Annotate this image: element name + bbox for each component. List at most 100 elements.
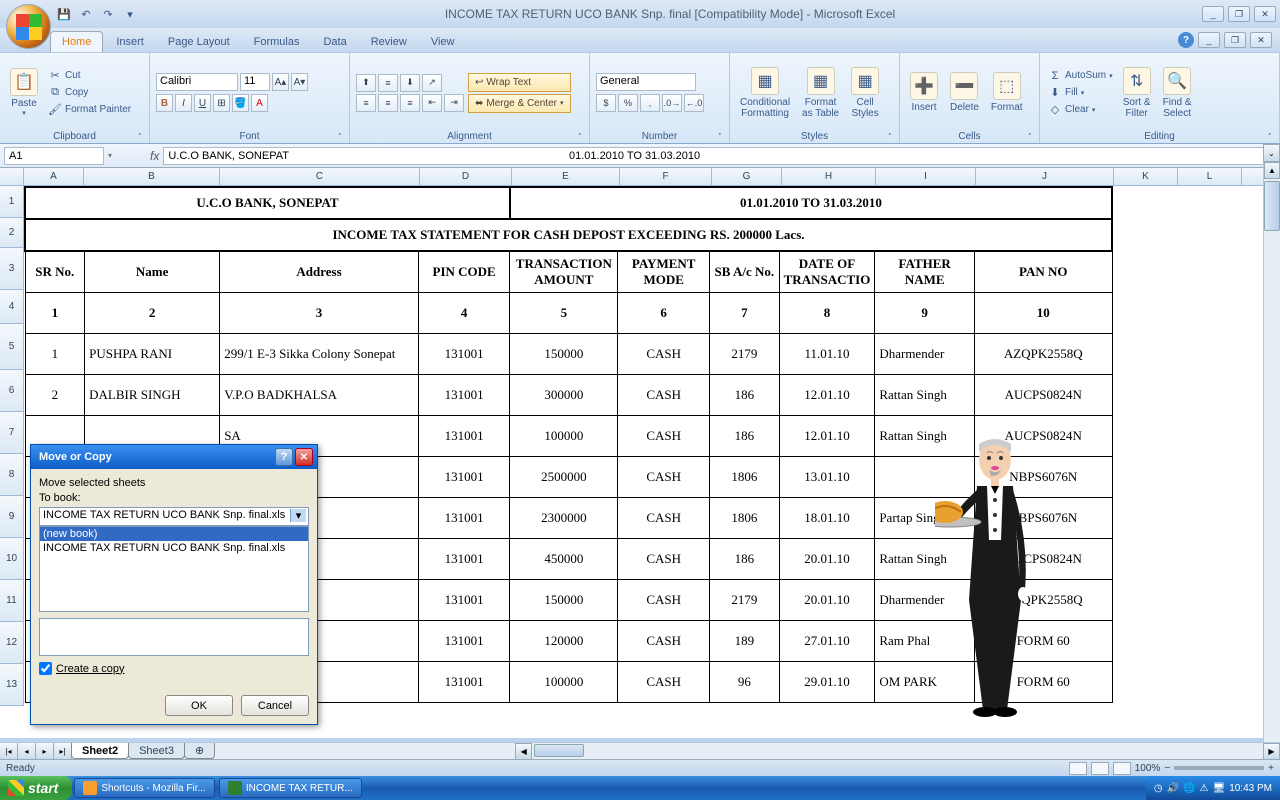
numref-cell[interactable]: 10 xyxy=(975,292,1112,333)
prev-sheet-button[interactable]: ◂ xyxy=(18,743,36,760)
data-cell[interactable]: 1 xyxy=(25,333,85,374)
ok-button[interactable]: OK xyxy=(165,695,233,716)
data-cell[interactable]: 2179 xyxy=(710,579,780,620)
expand-formula-bar-button[interactable]: ⌄ xyxy=(1263,144,1280,162)
data-cell[interactable]: 27.01.10 xyxy=(779,620,875,661)
system-tray[interactable]: ◷ 🔊 🌐 ⚠ 🖥 10:43 PM xyxy=(1146,776,1280,800)
numref-cell[interactable]: 7 xyxy=(710,292,780,333)
data-cell[interactable]: 29.01.10 xyxy=(779,661,875,702)
header-cell[interactable]: PAYMENT MODE xyxy=(618,251,710,292)
data-cell[interactable]: 131001 xyxy=(418,333,509,374)
book-listbox[interactable]: (new book) INCOME TAX RETURN UCO BANK Sn… xyxy=(39,526,309,612)
row-header-10[interactable]: 10 xyxy=(0,538,24,580)
data-cell[interactable]: 299/1 E-3 Sikka Colony Sonepat xyxy=(220,333,419,374)
number-format-combo[interactable]: General xyxy=(596,73,696,91)
column-header-I[interactable]: I xyxy=(876,168,976,185)
row-header-7[interactable]: 7 xyxy=(0,412,24,454)
data-cell[interactable]: 1806 xyxy=(710,497,780,538)
shrink-font-button[interactable]: A▾ xyxy=(291,73,308,91)
close-button[interactable]: ✕ xyxy=(1254,6,1276,22)
font-size-combo[interactable]: 11 xyxy=(240,73,270,91)
tray-icon[interactable]: ◷ xyxy=(1154,783,1163,794)
data-cell[interactable]: CASH xyxy=(618,415,710,456)
list-item-new-book[interactable]: (new book) xyxy=(40,527,308,541)
data-cell[interactable]: 150000 xyxy=(510,579,618,620)
data-cell[interactable]: 131001 xyxy=(418,661,509,702)
data-cell[interactable]: V.P.O BADKHALSA xyxy=(220,374,419,415)
data-cell[interactable]: 131001 xyxy=(418,579,509,620)
row-header-13[interactable]: 13 xyxy=(0,664,24,706)
fill-button[interactable]: ⬇Fill▾ xyxy=(1046,85,1115,101)
data-cell[interactable]: CASH xyxy=(618,661,710,702)
fx-icon[interactable]: fx xyxy=(150,149,159,163)
tab-page-layout[interactable]: Page Layout xyxy=(157,32,241,52)
scroll-right-button[interactable]: ▶ xyxy=(1263,743,1280,760)
numref-cell[interactable]: 2 xyxy=(85,292,220,333)
data-cell[interactable]: 131001 xyxy=(418,374,509,415)
italic-button[interactable]: I xyxy=(175,94,192,112)
data-cell[interactable]: DALBIR SINGH xyxy=(85,374,220,415)
data-cell[interactable]: 300000 xyxy=(510,374,618,415)
last-sheet-button[interactable]: ▸| xyxy=(54,743,72,760)
normal-view-button[interactable] xyxy=(1069,762,1087,775)
sort-filter-button[interactable]: ⇅Sort & Filter xyxy=(1119,65,1155,121)
data-cell[interactable]: 131001 xyxy=(418,538,509,579)
tab-review[interactable]: Review xyxy=(360,32,418,52)
align-left-button[interactable]: ≡ xyxy=(356,94,376,112)
data-cell[interactable]: 131001 xyxy=(418,456,509,497)
header-cell[interactable]: SR No. xyxy=(25,251,85,292)
data-cell[interactable]: 20.01.10 xyxy=(779,579,875,620)
cancel-button[interactable]: Cancel xyxy=(241,695,309,716)
data-cell[interactable]: 11.01.10 xyxy=(779,333,875,374)
numref-cell[interactable]: 3 xyxy=(220,292,419,333)
percent-button[interactable]: % xyxy=(618,94,638,112)
redo-icon[interactable]: ↷ xyxy=(100,6,116,22)
row-header-4[interactable]: 4 xyxy=(0,290,24,324)
header-cell[interactable]: Address xyxy=(220,251,419,292)
orientation-button[interactable]: ↗ xyxy=(422,74,442,92)
create-copy-checkbox[interactable]: Create a copy xyxy=(39,662,309,675)
increase-indent-button[interactable]: ⇥ xyxy=(444,94,464,112)
data-cell[interactable]: 450000 xyxy=(510,538,618,579)
fill-color-button[interactable]: 🪣 xyxy=(232,94,249,112)
column-header-A[interactable]: A xyxy=(24,168,84,185)
header-cell[interactable]: TRANSACTION AMOUNT xyxy=(510,251,618,292)
data-cell[interactable]: 2500000 xyxy=(510,456,618,497)
tab-formulas[interactable]: Formulas xyxy=(243,32,311,52)
tray-icon[interactable]: ⚠ xyxy=(1200,783,1209,794)
bold-button[interactable]: B xyxy=(156,94,173,112)
align-middle-button[interactable]: ≡ xyxy=(378,74,398,92)
undo-icon[interactable]: ↶ xyxy=(78,6,94,22)
numref-cell[interactable]: 8 xyxy=(779,292,875,333)
select-all-button[interactable] xyxy=(0,168,24,185)
data-cell[interactable]: 186 xyxy=(710,415,780,456)
to-book-combo[interactable]: INCOME TAX RETURN UCO BANK Snp. final.xl… xyxy=(39,507,309,526)
data-cell[interactable]: Rattan Singh xyxy=(875,374,975,415)
sheet-tab-sheet2[interactable]: Sheet2 xyxy=(71,743,129,759)
cell-styles-button[interactable]: ▦Cell Styles xyxy=(847,65,883,121)
data-cell[interactable]: 131001 xyxy=(418,415,509,456)
paste-button[interactable]: 📋Paste▾ xyxy=(6,66,42,119)
data-cell[interactable]: CASH xyxy=(618,538,710,579)
data-cell[interactable]: CASH xyxy=(618,374,710,415)
tab-insert[interactable]: Insert xyxy=(105,32,155,52)
font-color-button[interactable]: A xyxy=(251,94,268,112)
row-header-6[interactable]: 6 xyxy=(0,370,24,412)
taskbar-item-firefox[interactable]: Shortcuts - Mozilla Fir... xyxy=(74,778,214,798)
data-cell[interactable]: Dharmender xyxy=(875,333,975,374)
data-cell[interactable]: 100000 xyxy=(510,415,618,456)
page-layout-view-button[interactable] xyxy=(1091,762,1109,775)
office-button[interactable] xyxy=(6,4,51,49)
data-cell[interactable]: 120000 xyxy=(510,620,618,661)
cut-button[interactable]: ✂Cut xyxy=(46,68,133,84)
data-cell[interactable]: 131001 xyxy=(418,620,509,661)
clear-button[interactable]: ◇Clear▾ xyxy=(1046,102,1115,118)
tray-icon[interactable]: 🌐 xyxy=(1183,783,1195,794)
restore-button[interactable]: ❐ xyxy=(1228,6,1250,22)
first-sheet-button[interactable]: |◂ xyxy=(0,743,18,760)
wrap-text-button[interactable]: ↩Wrap Text xyxy=(468,73,571,92)
column-header-J[interactable]: J xyxy=(976,168,1114,185)
data-cell[interactable]: 2300000 xyxy=(510,497,618,538)
autosum-button[interactable]: ΣAutoSum▾ xyxy=(1046,68,1115,84)
increase-decimal-button[interactable]: .0→ xyxy=(662,94,682,112)
